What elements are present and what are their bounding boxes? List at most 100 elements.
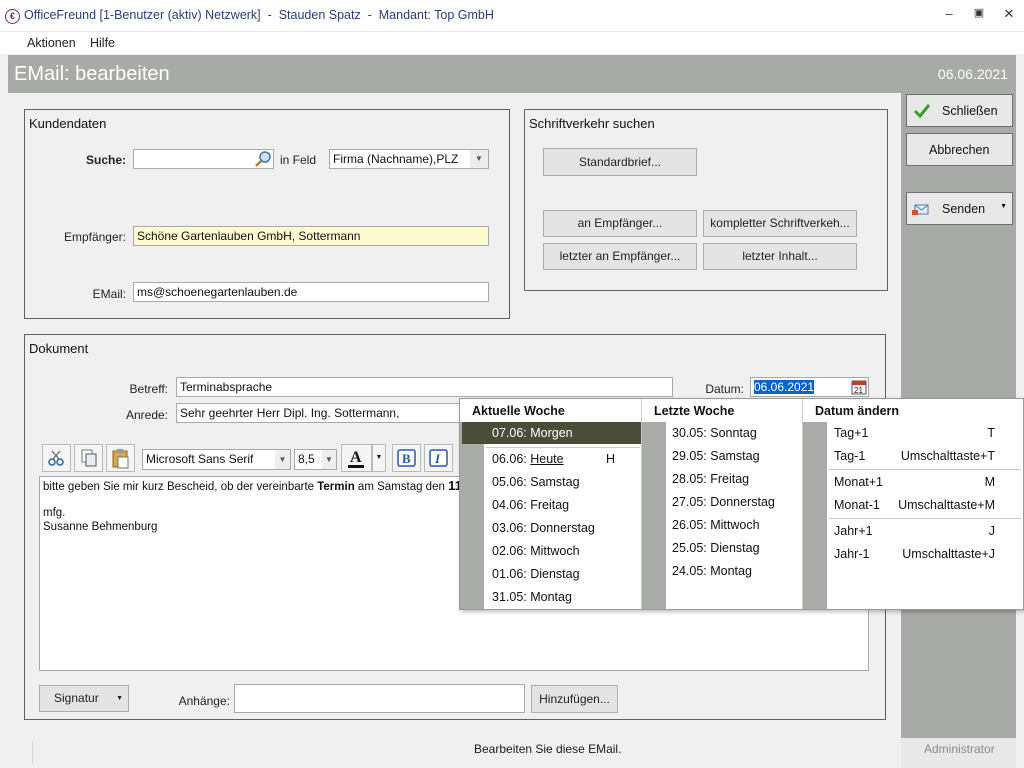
tag-plus-item[interactable]: Tag+1: [834, 426, 868, 440]
schliessen-label: Schließen: [942, 104, 998, 118]
svg-text:B: B: [402, 451, 411, 466]
empfaenger-field[interactable]: Schöne Gartenlauben GmbH, Sottermann: [133, 226, 489, 246]
date-item[interactable]: 05.06: Samstag: [492, 475, 580, 489]
font-size-value: 8,5: [298, 452, 315, 466]
tag-minus-shortcut: Umschalttaste+T: [900, 449, 995, 463]
calendar-icon[interactable]: 21: [851, 379, 867, 395]
senden-chevron-icon[interactable]: ▼: [1000, 203, 1007, 210]
body-text-termin: Termin: [317, 481, 355, 493]
italic-button[interactable]: I: [424, 444, 453, 472]
font-name-chevron-icon[interactable]: ▼: [275, 450, 290, 469]
date-item-morgen[interactable]: 07.06: Morgen: [492, 426, 573, 440]
copy-icon: [81, 449, 97, 467]
date-item[interactable]: 26.05: Mittwoch: [672, 518, 760, 532]
in-feld-label: in Feld: [280, 153, 317, 167]
date-item[interactable]: 27.05: Donnerstag: [672, 495, 775, 509]
window-title: OfficeFreund [1-Benutzer (aktiv) Netzwer…: [24, 8, 494, 22]
separator: [486, 447, 640, 448]
betreff-label: Betreff:: [129, 382, 168, 396]
letzte-woche-header: Letzte Woche: [654, 404, 735, 418]
date-item[interactable]: 29.05: Samstag: [672, 449, 760, 463]
tag-minus-item[interactable]: Tag-1: [834, 449, 865, 463]
jahr-plus-item[interactable]: Jahr+1: [834, 524, 873, 538]
checkmark-icon: [913, 104, 931, 119]
anhaenge-field[interactable]: [234, 684, 525, 713]
svg-text:A: A: [350, 449, 362, 466]
body-text-a: bitte geben Sie mir kurz Bescheid, ob de…: [43, 481, 318, 493]
signatur-label: Signatur: [54, 691, 99, 705]
aktuelle-woche-header: Aktuelle Woche: [472, 404, 565, 418]
status-message: Bearbeiten Sie diese EMail.: [474, 742, 622, 756]
schriftverkehr-title: Schriftverkehr suchen: [529, 116, 655, 131]
date-item[interactable]: 04.06: Freitag: [492, 498, 569, 512]
aktuelle-woche-strip: [460, 422, 484, 609]
kundendaten-title: Kundendaten: [29, 116, 107, 131]
schliessen-button[interactable]: Schließen: [906, 94, 1013, 127]
cut-button[interactable]: [42, 444, 71, 472]
magnifier-icon[interactable]: [254, 150, 273, 168]
suche-label: Suche:: [85, 153, 126, 167]
font-name-select[interactable]: Microsoft Sans Serif: [142, 449, 291, 470]
status-user: Administrator: [924, 742, 995, 756]
monat-minus-item[interactable]: Monat-1: [834, 498, 880, 512]
abbrechen-button[interactable]: Abbrechen: [906, 133, 1013, 166]
date-item[interactable]: 24.05: Montag: [672, 564, 752, 578]
header-date: 06.06.2021: [937, 66, 1008, 82]
signatur-dropdown[interactable]: Signatur ▼: [39, 685, 129, 712]
copy-button[interactable]: [74, 444, 103, 472]
font-color-button[interactable]: A: [341, 444, 372, 472]
bold-button[interactable]: B: [392, 444, 421, 472]
signatur-chevron-icon: ▼: [116, 695, 123, 702]
an-empfaenger-button[interactable]: an Empfänger...: [543, 210, 697, 237]
font-name-value: Microsoft Sans Serif: [146, 452, 254, 466]
font-color-chevron-icon[interactable]: ▼: [372, 444, 386, 472]
heute-mnemonic: Heute: [530, 452, 564, 466]
anhaenge-label: Anhänge:: [178, 694, 230, 708]
hinzufuegen-button[interactable]: Hinzufügen...: [531, 685, 618, 713]
date-item-heute[interactable]: 06.06: Heute: [492, 452, 564, 466]
datum-aendern-strip: [803, 422, 827, 609]
date-item[interactable]: 01.06: Dienstag: [492, 567, 580, 581]
date-item[interactable]: 31.05: Montag: [492, 590, 572, 604]
close-button[interactable]: ✕: [994, 6, 1024, 26]
monat-plus-shortcut: M: [984, 475, 995, 489]
jahr-minus-item[interactable]: Jahr-1: [834, 547, 869, 561]
anrede-field[interactable]: Sehr geehrter Herr Dipl. Ing. Sottermann…: [176, 403, 466, 423]
date-item[interactable]: 25.05: Dienstag: [672, 541, 760, 555]
page-title: EMail: bearbeiten: [14, 63, 170, 85]
date-item[interactable]: 28.05: Freitag: [672, 472, 749, 486]
kompletter-schriftverkehr-button[interactable]: kompletter Schriftverkeh...: [703, 210, 857, 237]
datum-value: 06.06.2021: [754, 380, 815, 394]
bold-icon: B: [397, 449, 416, 467]
datum-aendern-header: Datum ändern: [815, 404, 900, 418]
menu-aktionen[interactable]: Aktionen: [27, 36, 76, 50]
maximize-button[interactable]: ▣: [964, 6, 994, 26]
italic-icon: I: [429, 449, 448, 467]
date-item[interactable]: 03.06: Donnerstag: [492, 521, 595, 535]
in-feld-select[interactable]: Firma (Nachname),PLZ: [329, 149, 489, 169]
monat-plus-item[interactable]: Monat+1: [834, 475, 883, 489]
chevron-down-icon[interactable]: ▼: [470, 150, 488, 168]
menu-hilfe[interactable]: Hilfe: [90, 36, 115, 50]
font-size-chevron-icon[interactable]: ▼: [322, 450, 336, 469]
letzter-an-empfaenger-button[interactable]: letzter an Empfänger...: [543, 243, 697, 270]
betreff-field[interactable]: Terminabsprache: [176, 377, 673, 397]
empfaenger-label: Empfänger:: [63, 230, 126, 244]
letzte-woche-strip: [642, 422, 666, 609]
letzter-inhalt-button[interactable]: letzter Inhalt...: [703, 243, 857, 270]
heute-shortcut: H: [606, 452, 616, 466]
paste-button[interactable]: [106, 444, 135, 472]
date-item[interactable]: 02.06: Mittwoch: [492, 544, 580, 558]
font-color-icon: A: [348, 449, 364, 468]
date-item[interactable]: 30.05: Sonntag: [672, 426, 757, 440]
email-field[interactable]: ms@schoenegartenlauben.de: [133, 282, 489, 302]
scissors-icon: [48, 450, 64, 466]
status-bar: Bearbeiten Sie diese EMail. Administrato…: [0, 738, 1024, 768]
svg-text:I: I: [434, 451, 441, 466]
date-item-heute-label: 06.06: Heute: [492, 452, 564, 466]
standardbrief-button[interactable]: Standardbrief...: [543, 148, 697, 176]
minimize-button[interactable]: –: [934, 6, 964, 26]
aktuelle-woche-column: Aktuelle Woche 07.06: Morgen 06.06: Heut…: [460, 399, 641, 609]
senden-button[interactable]: Senden ▼: [906, 192, 1013, 225]
search-input[interactable]: [133, 149, 274, 169]
